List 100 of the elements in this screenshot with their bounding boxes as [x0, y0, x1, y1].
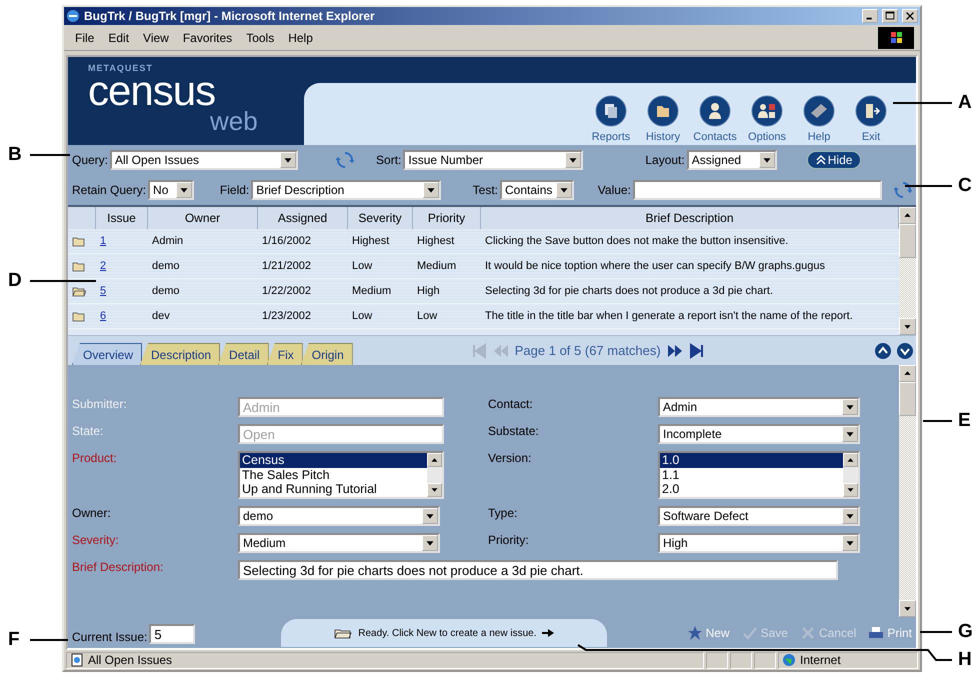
table-cell: Low [348, 304, 413, 329]
column-header[interactable]: Priority [413, 207, 481, 229]
folder-icon[interactable] [72, 260, 86, 272]
menu-item[interactable]: Edit [103, 28, 134, 46]
scroll-thumb[interactable] [899, 382, 916, 416]
select-field[interactable]: Incomplete [658, 424, 860, 444]
field-label: Owner: [72, 506, 112, 520]
person-icon[interactable] [699, 95, 731, 127]
tab[interactable]: Detail [218, 343, 269, 365]
test-select[interactable]: Contains [500, 180, 574, 200]
field-label: State: [72, 424, 104, 438]
caret-icon [556, 182, 572, 198]
menu-item[interactable]: Tools [241, 28, 280, 46]
list-option[interactable]: 1.0 [660, 453, 843, 468]
nav-link[interactable]: Reports [592, 131, 630, 143]
scroll-down-icon[interactable] [899, 600, 916, 617]
list-option[interactable]: The Sales Pitch [240, 468, 427, 482]
select-field[interactable]: Software Defect [658, 506, 860, 526]
query-select[interactable]: All Open Issues [110, 150, 298, 170]
nav-link[interactable]: Exit [862, 131, 880, 143]
folder-icon[interactable] [72, 310, 86, 322]
nav-link[interactable]: History [646, 131, 680, 143]
column-header[interactable]: Severity [348, 207, 413, 229]
menu-item[interactable]: File [70, 28, 100, 46]
last-page-icon[interactable] [688, 342, 705, 358]
select-field[interactable]: demo [238, 506, 440, 526]
hide-button[interactable]: Hide [806, 151, 862, 169]
sort-select[interactable]: Issue Number [403, 150, 584, 170]
menu-item[interactable]: Favorites [178, 28, 238, 46]
callout-letter: E [958, 411, 971, 431]
select-field[interactable]: Medium [238, 533, 440, 553]
value-field[interactable] [632, 180, 882, 200]
leader-line [30, 280, 96, 282]
nav-link[interactable]: Options [748, 131, 786, 143]
tab[interactable]: Description [140, 343, 220, 365]
field-label: Brief Description: [72, 560, 164, 574]
door-icon[interactable] [855, 95, 887, 127]
description-field[interactable]: Selecting 3d for pie charts does not produce a 3d pie chart. [238, 560, 838, 580]
column-header[interactable]: Brief Description [481, 207, 899, 229]
menu-item[interactable]: View [138, 28, 174, 46]
issue-link[interactable]: 5 [100, 285, 106, 297]
form-scrollbar[interactable] [899, 365, 916, 617]
minimize-icon[interactable] [862, 9, 878, 23]
scroll-up-icon[interactable] [427, 453, 442, 467]
maximize-icon[interactable] [882, 9, 898, 23]
scroll-down-icon[interactable] [896, 342, 914, 360]
issue-link[interactable]: 1 [100, 235, 106, 247]
scroll-up-icon[interactable] [843, 453, 858, 467]
scroll-up-icon[interactable] [899, 207, 916, 224]
tab[interactable]: Origin [300, 343, 353, 365]
select-field[interactable]: Admin [658, 397, 860, 417]
close-icon[interactable] [902, 9, 918, 23]
test-label: Test: [472, 183, 498, 197]
value-label: Value: [598, 183, 631, 197]
table-cell: The title in the title bar when I generate a report isn't the name of the report. [481, 304, 899, 329]
scroll-down-icon[interactable] [899, 318, 916, 335]
check-icon [742, 625, 758, 641]
next-page-icon[interactable] [666, 342, 683, 358]
field-label: Submitter: [72, 397, 128, 411]
retain-select[interactable]: No [148, 180, 194, 200]
refresh-icon[interactable] [894, 181, 912, 199]
scroll-up-icon[interactable] [899, 365, 916, 382]
scroll-thumb[interactable] [899, 224, 916, 258]
nav-link[interactable]: Contacts [693, 131, 737, 143]
scroll-down-icon[interactable] [843, 483, 858, 497]
table-cell: demo [148, 279, 258, 304]
list-option[interactable]: Census [240, 453, 427, 468]
table-cell: Highest [348, 229, 413, 254]
tab[interactable]: Overview [72, 343, 142, 365]
chevron-up-icon [816, 155, 826, 165]
current-issue-field[interactable]: 5 [149, 624, 196, 644]
scroll-up-icon[interactable] [874, 342, 892, 360]
tab[interactable]: Fix [266, 343, 303, 365]
caret-icon [758, 152, 775, 168]
people-icon[interactable] [751, 95, 783, 127]
leader-line [923, 420, 952, 422]
column-header[interactable]: Owner [148, 207, 258, 229]
issue-link[interactable]: 6 [100, 310, 106, 322]
column-header[interactable]: Assigned [258, 207, 348, 229]
scroll-down-icon[interactable] [427, 483, 442, 497]
leader-line [30, 639, 68, 641]
list-box[interactable]: Census The Sales Pitch Up and Running Tutorial [238, 451, 444, 499]
table-cell: Low [348, 254, 413, 279]
arrow-right-icon [542, 628, 554, 638]
field-select[interactable]: Brief Description [251, 180, 441, 200]
table-scrollbar[interactable] [899, 207, 916, 335]
menu-item[interactable]: Help [283, 28, 318, 46]
issue-link[interactable]: 2 [100, 260, 106, 272]
open-folder-icon[interactable] [72, 286, 86, 296]
column-header[interactable]: Issue [96, 207, 148, 229]
list-box[interactable]: 1.0 1.1 2.0 [658, 451, 860, 499]
table-cell: 1/22/2002 [258, 279, 348, 304]
callout-letter: G [958, 622, 973, 642]
nav-link[interactable]: Help [808, 131, 830, 143]
pages-icon[interactable] [595, 95, 627, 127]
folder-icon[interactable] [72, 236, 86, 246]
layout-select[interactable]: Assigned [686, 150, 777, 170]
folder-icon[interactable] [647, 95, 679, 127]
select-field[interactable]: High [658, 533, 860, 553]
table-cell: Low [413, 304, 481, 329]
